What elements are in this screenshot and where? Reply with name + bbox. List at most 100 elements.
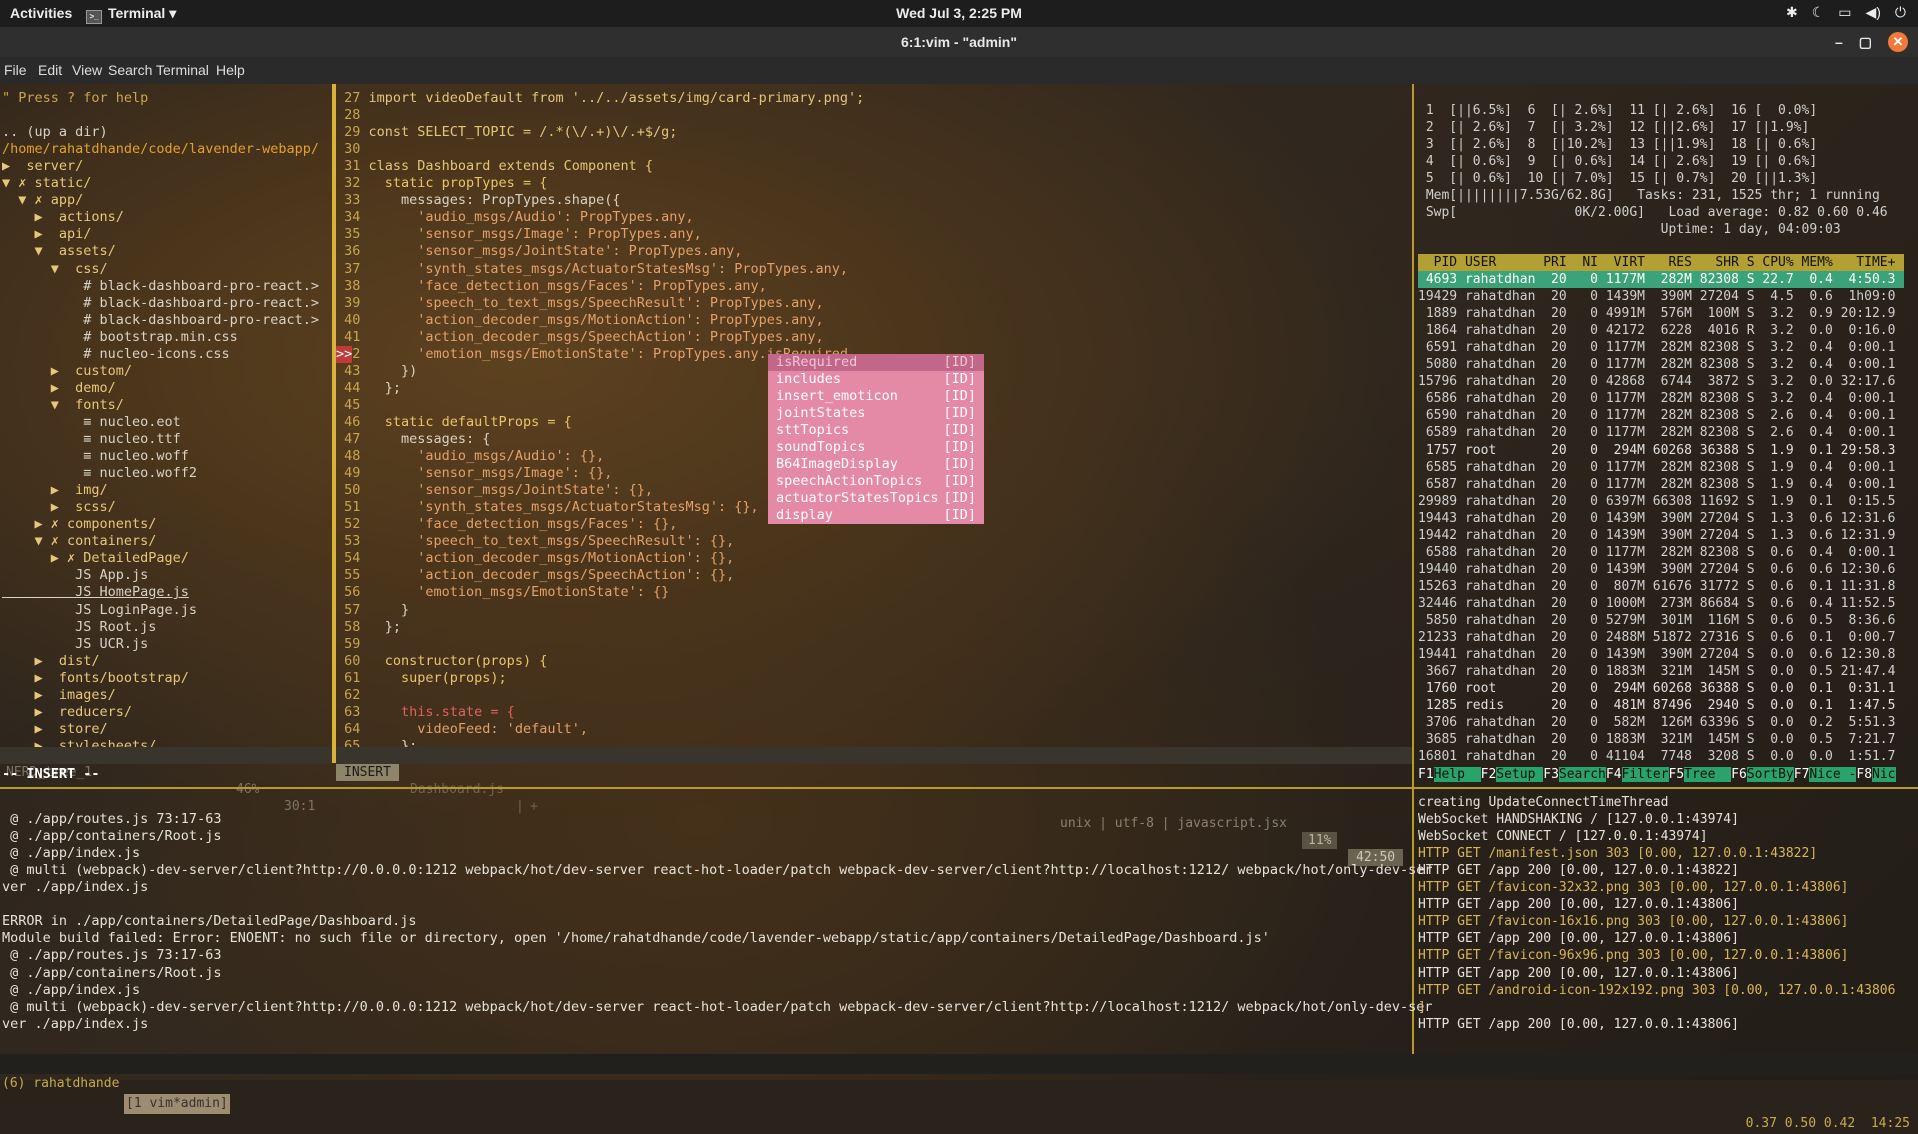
completion-item[interactable]: jointStates [ID] [768,405,984,422]
process-row[interactable]: 5080 rahatdhan 20 0 1177M 282M 82308 S 3… [1418,356,1904,373]
tree-entry[interactable]: ▼ ✗ containers/ [2,533,157,550]
fkey-number[interactable]: F5 [1669,767,1685,782]
menu-help[interactable]: Help [216,62,245,78]
tree-entry[interactable]: # nucleo-icons.css [2,346,229,363]
tree-entry[interactable]: JS LoginPage.js [2,602,197,619]
tree-entry[interactable]: ≡ nucleo.ttf [2,431,181,448]
htop-column-header[interactable]: PID USER PRI NI VIRT RES SHR S CPU% MEM%… [1418,254,1904,271]
tree-entry[interactable]: ▶ scss/ [2,499,116,516]
fkey-number[interactable]: F6 [1731,767,1747,782]
process-row[interactable]: 19441 rahatdhan 20 0 1439M 390M 27204 S … [1418,646,1904,663]
fkey-label[interactable]: Search [1558,767,1606,782]
process-row[interactable]: 21233 rahatdhan 20 0 2488M 51872 27316 S… [1418,629,1904,646]
fkey-label[interactable]: Tree [1684,767,1732,782]
process-row[interactable]: 6587 rahatdhan 20 0 1177M 282M 82308 S 1… [1418,476,1904,493]
fkey-number[interactable]: F8 [1856,767,1872,782]
completion-item[interactable]: soundTopics [ID] [768,439,984,456]
tmux-window-tab[interactable]: [1 vim*admin] [124,1094,230,1114]
tree-entry[interactable]: JS App.js [2,567,148,584]
process-row[interactable]: 3706 rahatdhan 20 0 582M 126M 63396 S 0.… [1418,714,1904,731]
htop-function-keys[interactable]: F1Help F2Setup F3SearchF4FilterF5Tree F6… [1418,766,1896,783]
power-icon[interactable]: ⏻ [1895,4,1906,21]
server-log-pane[interactable]: creating UpdateConnectTimeThread WebSocke… [1414,790,1918,1050]
tree-entry[interactable]: ▶ dist/ [2,653,100,670]
menu-file[interactable]: File [4,62,27,78]
completion-item[interactable]: speechActionTopics [ID] [768,473,984,490]
tree-entry[interactable]: ▶ images/ [2,687,116,704]
tree-entry[interactable]: ▶ custom/ [2,363,132,380]
process-row[interactable]: 29989 rahatdhan 20 0 6397M 66308 11692 S… [1418,493,1904,510]
process-row[interactable]: 3667 rahatdhan 20 0 1883M 321M 145M S 0.… [1418,663,1904,680]
process-row[interactable]: 15263 rahatdhan 20 0 807M 61676 31772 S … [1418,578,1904,595]
fkey-label[interactable]: Setup [1496,767,1544,782]
tree-entry[interactable]: ▼ ✗ static/ [2,175,91,192]
process-row[interactable]: 1864 rahatdhan 20 0 42172 6228 4016 R 3.… [1418,322,1904,339]
tree-entry[interactable]: " Press ? for help [2,90,148,107]
tree-entry[interactable]: ▼ assets/ [2,243,116,260]
fkey-label[interactable]: Filter [1621,767,1669,782]
process-row[interactable]: 1757 root 20 0 294M 60268 36388 S 1.9 0.… [1418,442,1904,459]
process-row[interactable]: 1889 rahatdhan 20 0 4991M 576M 100M S 3.… [1418,305,1904,322]
process-row[interactable]: 19429 rahatdhan 20 0 1439M 390M 27204 S … [1418,288,1904,305]
process-row[interactable]: 19443 rahatdhan 20 0 1439M 390M 27204 S … [1418,510,1904,527]
menu-search[interactable]: Search [108,62,152,78]
tree-entry[interactable]: # black-dashboard-pro-react.> [2,312,319,329]
fkey-number[interactable]: F2 [1481,767,1497,782]
completion-item[interactable]: sttTopics [ID] [768,422,984,439]
fkey-number[interactable]: F4 [1606,767,1622,782]
tree-entry[interactable]: ▶ img/ [2,482,108,499]
fkey-label[interactable]: Nice - [1809,767,1857,782]
menu-terminal[interactable]: Terminal [156,62,209,78]
tree-entry[interactable]: ▶ server/ [2,158,83,175]
tree-entry[interactable]: ▶ store/ [2,721,108,738]
completion-item[interactable]: isRequired [ID] [768,354,984,371]
system-tray[interactable]: ✱ ☾ ▭ ◀) ⏻ [1786,4,1906,21]
slack-icon[interactable]: ✱ [1786,4,1798,21]
completion-item[interactable]: insert_emoticon [ID] [768,388,984,405]
clock[interactable]: Wed Jul 3, 2:25 PM [0,5,1918,21]
process-row[interactable]: 6589 rahatdhan 20 0 1177M 282M 82308 S 2… [1418,424,1904,441]
menu-edit[interactable]: Edit [38,62,62,78]
tree-entry[interactable]: ▼ fonts/ [2,397,124,414]
process-row[interactable]: 15796 rahatdhan 20 0 42868 6744 3872 S 3… [1418,373,1904,390]
process-row[interactable]: 6590 rahatdhan 20 0 1177M 282M 82308 S 2… [1418,407,1904,424]
tree-entry[interactable]: ≡ nucleo.woff [2,448,189,465]
webpack-log-pane[interactable]: @ ./app/routes.js 73:17-63 @ ./app/conta… [0,790,1432,1050]
tree-entry[interactable]: JS HomePage.js [2,584,332,601]
process-row[interactable]: 6591 rahatdhan 20 0 1177M 282M 82308 S 3… [1418,339,1904,356]
process-row[interactable]: 6588 rahatdhan 20 0 1177M 282M 82308 S 0… [1418,544,1904,561]
tree-entry[interactable]: ▶ reducers/ [2,704,133,721]
completion-item[interactable]: B64ImageDisplay [ID] [768,456,984,473]
tree-entry[interactable]: JS Root.js [2,619,156,636]
fkey-label[interactable]: Help [1433,767,1481,782]
tree-entry[interactable]: # black-dashboard-pro-react.> [2,295,319,312]
process-row[interactable]: 16801 rahatdhan 20 0 41104 7748 3208 S 0… [1418,748,1904,765]
tree-entry[interactable]: ▶ ✗ components/ [2,516,157,533]
process-row[interactable]: 19440 rahatdhan 20 0 1439M 390M 27204 S … [1418,561,1904,578]
tree-entry[interactable]: ≡ nucleo.eot [2,414,181,431]
tree-entry[interactable]: JS UCR.js [2,636,148,653]
completion-menu[interactable]: isRequired [ID] includes [ID] insert_emotico… [768,354,984,524]
tree-entry[interactable]: ▼ ✗ app/ [2,192,83,209]
maximize-icon[interactable]: ▢ [1859,34,1872,51]
process-row[interactable]: 4693 rahatdhan 20 0 1177M 282M 82308 S 2… [1418,271,1904,288]
completion-item[interactable]: actuatorStatesTopics [ID] [768,490,984,507]
tree-entry[interactable]: # bootstrap.min.css [2,329,237,346]
process-row[interactable]: 19442 rahatdhan 20 0 1439M 390M 27204 S … [1418,527,1904,544]
close-icon[interactable]: ✕ [1888,32,1908,52]
tree-entry[interactable]: ▶ fonts/bootstrap/ [2,670,189,687]
tree-entry[interactable]: ▶ api/ [2,226,92,243]
tree-entry[interactable]: ▼ css/ [2,261,108,278]
tree-entry[interactable]: .. (up a dir) [2,124,108,141]
completion-item[interactable]: display [ID] [768,507,984,524]
tree-entry[interactable]: # black-dashboard-pro-react.> [2,278,319,295]
process-row[interactable]: 3685 rahatdhan 20 0 1883M 321M 145M S 0.… [1418,731,1904,748]
process-row[interactable]: 32446 rahatdhan 20 0 1000M 273M 86684 S … [1418,595,1904,612]
fkey-label[interactable]: Nic [1872,767,1896,782]
nerdtree-pane[interactable]: " Press ? for help .. (up a dir)/home/rah… [0,84,332,754]
tree-entry[interactable]: /home/rahatdhande/code/lavender-webapp/ [2,141,319,158]
process-row[interactable]: 5850 rahatdhan 20 0 5279M 301M 116M S 0.… [1418,612,1904,629]
process-row[interactable]: 6586 rahatdhan 20 0 1177M 282M 82308 S 3… [1418,390,1904,407]
fkey-label[interactable]: SortBy [1746,767,1794,782]
process-row[interactable]: 1760 root 20 0 294M 60268 36388 S 0.0 0.… [1418,680,1904,697]
